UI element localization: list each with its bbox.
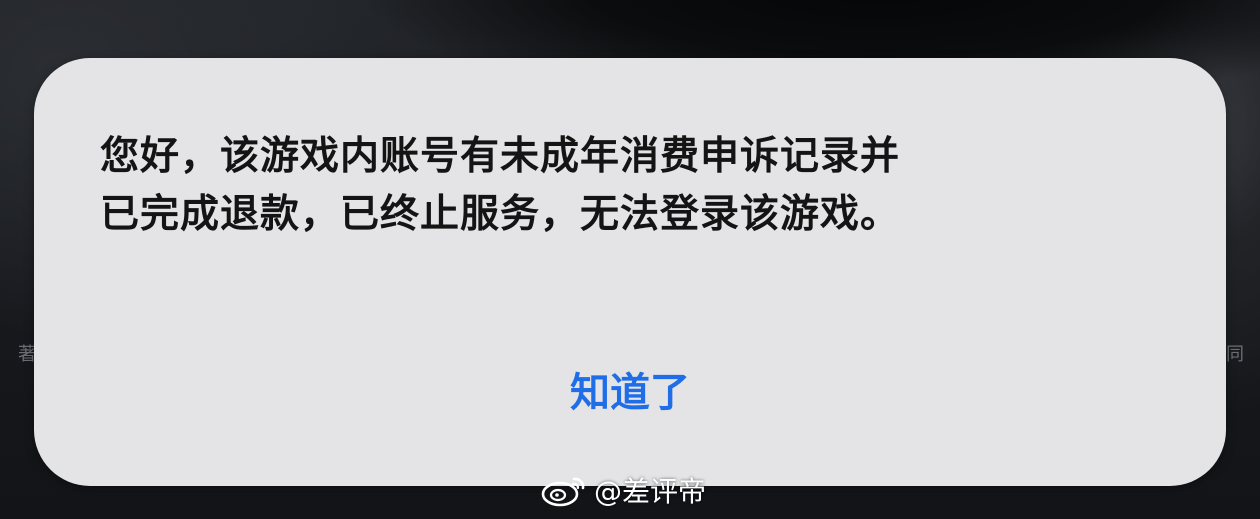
dialog-message-line: 您好，该游戏内账号有未成年消费申诉记录并 [100, 134, 901, 179]
weibo-logo-icon [541, 477, 585, 507]
confirm-button[interactable]: 知道了 [555, 354, 705, 424]
alert-dialog: 您好，该游戏内账号有未成年消费申诉记录并 已完成退款，已终止服务，无法登录该游戏… [34, 58, 1226, 486]
background-text-right: 同 [1226, 344, 1244, 365]
watermark-text: @差评帝 [594, 475, 707, 508]
dialog-message-line: 已完成退款，已终止服务，无法登录该游戏。 [100, 192, 901, 237]
dialog-message: 您好，该游戏内账号有未成年消费申诉记录并 已完成退款，已终止服务，无法登录该游戏… [100, 128, 1180, 244]
watermark: @差评帝 [540, 470, 706, 510]
